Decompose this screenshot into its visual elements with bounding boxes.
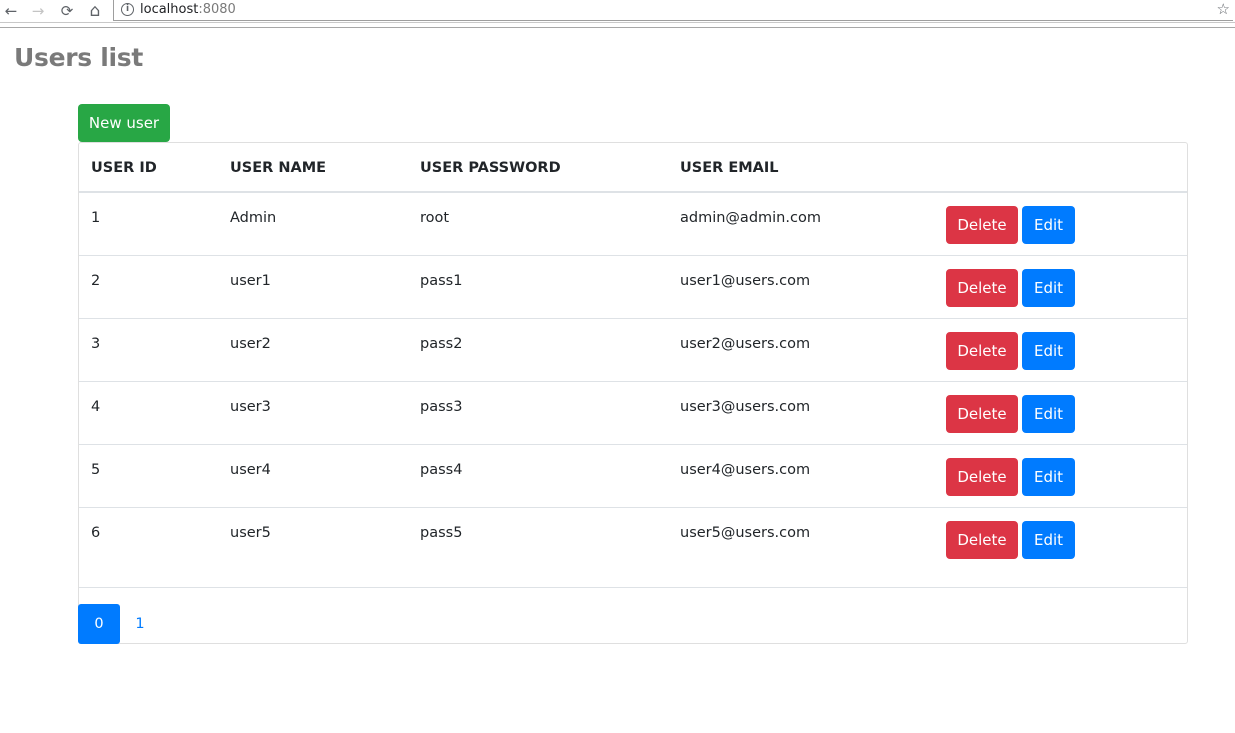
url-host: localhost — [140, 2, 199, 17]
table-row: 4 user3 pass3 user3@users.com Delete Edi… — [79, 382, 1187, 445]
table-header: USER ID USER NAME USER PASSWORD USER EMA… — [79, 143, 1187, 193]
delete-button[interactable]: Delete — [946, 395, 1018, 433]
cell-user-id: 5 — [91, 462, 101, 478]
chrome-divider — [0, 27, 1235, 28]
url-text: localhost:8080 — [140, 2, 236, 17]
delete-button[interactable]: Delete — [946, 458, 1018, 496]
forward-arrow-icon[interactable]: → — [28, 1, 48, 21]
url-port: :8080 — [198, 2, 236, 17]
cell-user-name: user1 — [230, 273, 271, 289]
pagination-divider — [79, 587, 1187, 588]
edit-button[interactable]: Edit — [1022, 521, 1075, 559]
address-bar[interactable]: i localhost:8080 ☆ — [113, 0, 1233, 21]
back-arrow-icon[interactable]: ← — [1, 1, 21, 21]
table-row: 5 user4 pass4 user4@users.com Delete Edi… — [79, 445, 1187, 508]
page-title: Users list — [14, 43, 144, 72]
table-row: 6 user5 pass5 user5@users.com Delete Edi… — [79, 508, 1187, 571]
cell-user-name: user4 — [230, 462, 271, 478]
delete-button[interactable]: Delete — [946, 269, 1018, 307]
cell-user-name: user2 — [230, 336, 271, 352]
cell-user-password: pass4 — [420, 462, 463, 478]
browser-toolbar: ← → ⟳ ⌂ i localhost:8080 ☆ — [0, 0, 1235, 23]
header-user-password: USER PASSWORD — [420, 160, 561, 176]
cell-user-email: user4@users.com — [680, 462, 811, 478]
delete-button[interactable]: Delete — [946, 206, 1018, 244]
edit-button[interactable]: Edit — [1022, 458, 1075, 496]
cell-user-password: pass1 — [420, 273, 463, 289]
cell-user-id: 6 — [91, 525, 101, 541]
cell-user-id: 1 — [91, 210, 101, 226]
cell-user-name: Admin — [230, 210, 277, 226]
edit-button[interactable]: Edit — [1022, 332, 1075, 370]
header-user-name: USER NAME — [230, 160, 327, 176]
cell-user-id: 4 — [91, 399, 101, 415]
edit-button[interactable]: Edit — [1022, 395, 1075, 433]
cell-user-password: pass2 — [420, 336, 463, 352]
cell-user-name: user5 — [230, 525, 271, 541]
info-icon[interactable]: i — [121, 3, 134, 16]
cell-user-id: 2 — [91, 273, 101, 289]
cell-user-password: pass3 — [420, 399, 463, 415]
home-icon[interactable]: ⌂ — [85, 1, 105, 21]
header-user-email: USER EMAIL — [680, 160, 779, 176]
cell-user-email: user3@users.com — [680, 399, 811, 415]
cell-user-password: root — [420, 210, 450, 226]
cell-user-email: admin@admin.com — [680, 210, 821, 226]
bookmark-star-icon[interactable]: ☆ — [1217, 0, 1230, 18]
cell-user-email: user5@users.com — [680, 525, 811, 541]
edit-button[interactable]: Edit — [1022, 206, 1075, 244]
table-row: 2 user1 pass1 user1@users.com Delete Edi… — [79, 256, 1187, 319]
delete-button[interactable]: Delete — [946, 332, 1018, 370]
users-table-card: USER ID USER NAME USER PASSWORD USER EMA… — [78, 142, 1188, 644]
new-user-button[interactable]: New user — [78, 104, 170, 142]
table-row: 3 user2 pass2 user2@users.com Delete Edi… — [79, 319, 1187, 382]
cell-user-password: pass5 — [420, 525, 463, 541]
cell-user-email: user1@users.com — [680, 273, 811, 289]
cell-user-id: 3 — [91, 336, 101, 352]
header-user-id: USER ID — [91, 160, 157, 176]
delete-button[interactable]: Delete — [946, 521, 1018, 559]
table-row: 1 Admin root admin@admin.com Delete Edit — [79, 193, 1187, 256]
cell-user-email: user2@users.com — [680, 336, 811, 352]
edit-button[interactable]: Edit — [1022, 269, 1075, 307]
pagination-page-1[interactable]: 1 — [121, 604, 159, 644]
pagination-page-0[interactable]: 0 — [78, 604, 120, 644]
reload-icon[interactable]: ⟳ — [57, 1, 77, 21]
cell-user-name: user3 — [230, 399, 271, 415]
